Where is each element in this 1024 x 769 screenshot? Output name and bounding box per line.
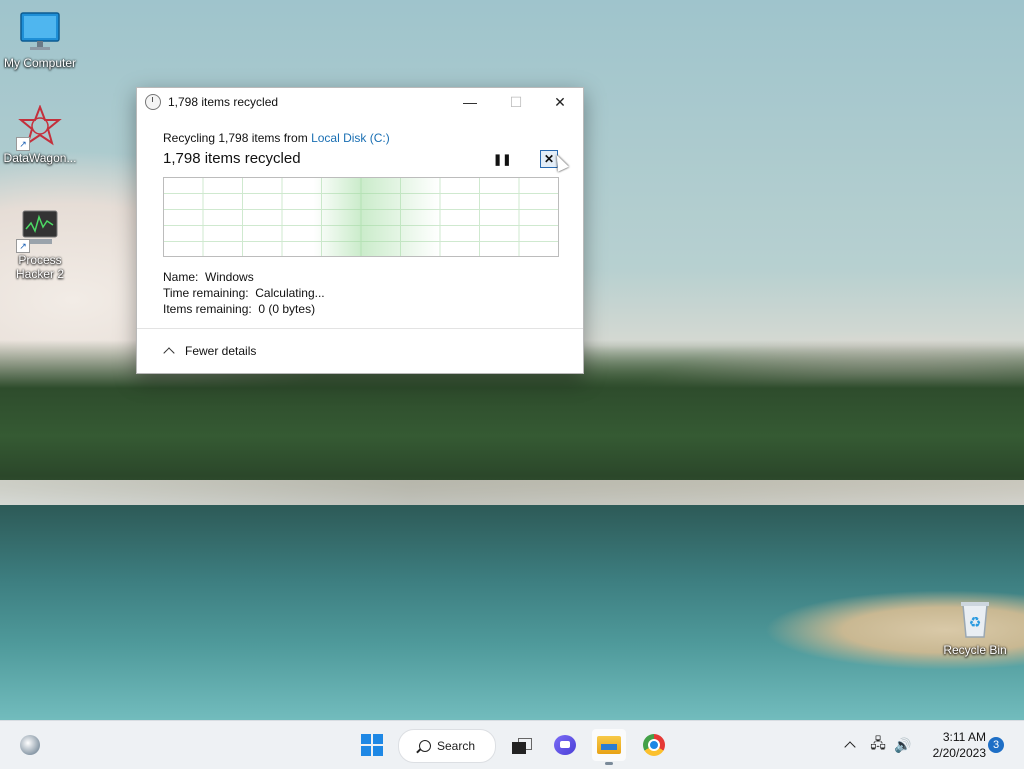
clock-date: 2/20/2023 [932,746,986,760]
clock-button[interactable]: 3:11 AM 2/20/2023 [920,729,986,761]
items-remaining-label: Items remaining: [163,302,252,316]
maximize-button: ☐ [509,93,523,110]
time-remaining-value: Calculating... [255,286,325,300]
name-label: Name: [163,270,199,284]
windows-logo-icon [361,734,383,756]
weather-icon [20,735,40,755]
dialog-divider [137,328,583,329]
recycle-status-text: 1,798 items recycled [163,150,301,167]
process-hacker-icon: ↗ [16,207,62,253]
clock-icon [145,94,161,110]
widgets-button[interactable] [14,729,46,761]
desktop-icon-my-computer[interactable]: My Computer [0,10,80,70]
fewer-details-button[interactable]: Fewer details [163,344,257,359]
svg-text:♻: ♻ [969,615,982,631]
details-section: Name: Windows Time remaining: Calculatin… [163,269,557,317]
search-button[interactable]: Search [398,729,496,763]
taskbar: Search 🖧 🔊 3:11 AM 2/20/2023 3 [0,720,1024,769]
desktop-icon-label: Recycle Bin [943,643,1007,657]
chevron-up-icon [163,347,175,359]
minimize-button[interactable]: — [447,88,493,116]
recycling-source-line: Recycling 1,798 items from Local Disk (C… [163,131,557,145]
close-button[interactable]: ✕ [537,88,583,116]
volume-icon[interactable]: 🔊 [892,729,914,761]
desktop-icon-label: My Computer [3,56,77,70]
time-remaining-label: Time remaining: [163,286,249,300]
status-row: 1,798 items recycled ❚❚ ✕ [163,150,558,169]
monitor-icon [18,10,62,54]
dialog-titlebar[interactable]: 1,798 items recycled — ☐ ✕ [137,88,583,116]
folder-icon [597,736,621,754]
chrome-icon [643,734,665,756]
task-view-button[interactable] [506,729,536,761]
name-value: Windows [205,270,254,284]
network-icon[interactable]: 🖧 [866,729,890,761]
transfer-speed-graph [163,177,559,257]
search-label: Search [436,739,476,753]
shortcut-arrow-icon: ↗ [16,137,30,151]
start-button[interactable] [356,729,388,761]
show-hidden-icons-button[interactable] [840,729,860,761]
desktop-icon-label: DataWagon... [3,151,77,165]
active-app-indicator [605,762,613,765]
items-remaining-value: 0 (0 bytes) [258,302,316,316]
task-view-icon-front [512,742,526,754]
chevron-up-icon [844,741,856,753]
shortcut-arrow-icon: ↗ [16,239,30,253]
desktop-icon-label: Process Hacker 2 [15,253,65,281]
recycle-progress-dialog: 1,798 items recycled — ☐ ✕ Recycling 1,7… [136,87,584,374]
pause-button[interactable]: ❚❚ [493,151,511,169]
desktop-icon-process-hacker[interactable]: ↗ Process Hacker 2 [0,207,80,281]
notification-badge[interactable]: 3 [988,737,1004,753]
chat-button[interactable] [550,729,580,761]
file-explorer-button[interactable] [592,729,626,765]
desktop-icon-datawagon[interactable]: ↗ DataWagon... [0,104,80,165]
clock-time: 3:11 AM [942,730,986,744]
search-icon [418,740,431,752]
local-disk-link[interactable]: Local Disk (C:) [311,131,390,145]
recycling-prefix-text: Recycling 1,798 items from [163,131,312,145]
fewer-details-label: Fewer details [185,344,257,358]
chat-icon [554,735,576,755]
desktop-icon-recycle-bin[interactable]: ♻ Recycle Bin [935,597,1015,657]
dialog-title: 1,798 items recycled [168,95,279,109]
datawagon-icon: ↗ [16,104,62,151]
recycle-bin-icon: ♻ [953,597,997,641]
chrome-button[interactable] [638,729,670,761]
